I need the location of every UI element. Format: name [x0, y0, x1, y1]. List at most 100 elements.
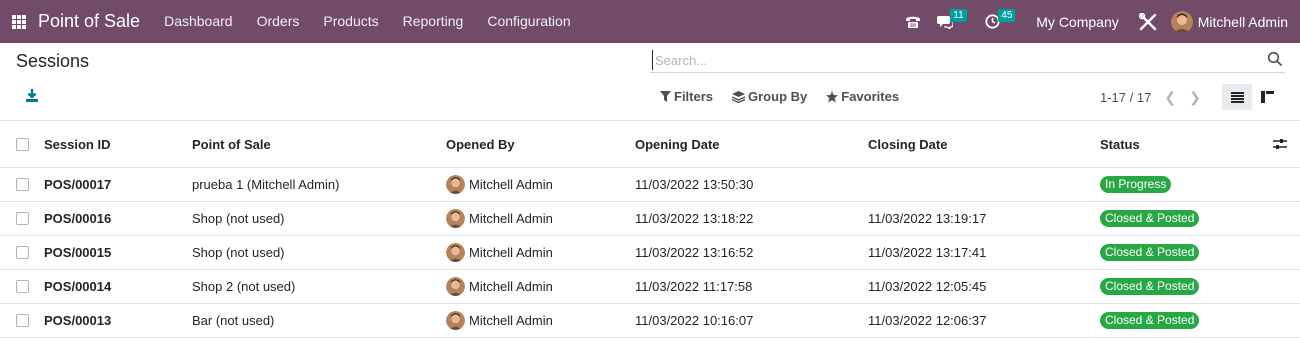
opening-date: 11/03/2022 11:17:58 [635, 279, 753, 294]
search-input[interactable] [652, 50, 1252, 70]
column-header-opened-by[interactable]: Opened By [446, 137, 515, 152]
column-header-status[interactable]: Status [1100, 137, 1140, 152]
download-icon[interactable] [24, 88, 40, 104]
favorites-label: Favorites [841, 89, 900, 104]
activities-clock-icon[interactable]: 45 [977, 0, 1024, 43]
optional-columns-icon[interactable] [1273, 137, 1287, 151]
pager-value[interactable]: 1-17 / 17 [1100, 90, 1151, 105]
select-all-checkbox[interactable] [16, 137, 29, 151]
opened-by-name: Mitchell Admin [469, 211, 553, 226]
closing-date: 11/03/2022 13:19:17 [868, 211, 987, 226]
activities-badge: 45 [998, 9, 1016, 22]
groupby-button[interactable]: Group By [732, 89, 807, 104]
status-cell: Closed & Posted [1100, 312, 1200, 329]
session-id: POS/00014 [44, 279, 112, 294]
session-id: POS/00015 [44, 245, 112, 260]
avatar [446, 243, 465, 262]
messages-icon[interactable]: 11 [929, 0, 977, 43]
user-avatar [1170, 10, 1193, 33]
opening-date: 11/03/2022 13:50:30 [635, 177, 754, 192]
opened-by: Mitchell Admin [446, 311, 553, 330]
chevron-left-icon[interactable]: ❮ [1164, 89, 1176, 106]
opened-by: Mitchell Admin [446, 243, 553, 262]
layers-icon [732, 90, 746, 103]
debug-tools-icon[interactable] [1131, 0, 1165, 43]
row-checkbox[interactable] [16, 178, 29, 191]
column-header-session-id[interactable]: Session ID [44, 137, 110, 152]
avatar [446, 311, 465, 330]
opened-by: Mitchell Admin [446, 209, 553, 228]
row-checkbox[interactable] [16, 212, 29, 225]
menu-configuration[interactable]: Configuration [475, 0, 582, 43]
user-menu[interactable]: Mitchell Admin [1165, 10, 1300, 33]
avatar [446, 175, 465, 194]
search-bar [650, 47, 1285, 73]
table-header: Session ID Point of Sale Opened By Openi… [0, 121, 1300, 168]
opened-by-name: Mitchell Admin [469, 177, 553, 192]
list-view-icon[interactable] [1222, 84, 1252, 110]
closing-date: 11/03/2022 12:05:45 [868, 279, 987, 294]
sessions-table: Session ID Point of Sale Opened By Openi… [0, 120, 1300, 338]
table-row[interactable]: POS/00016 Shop (not used) Mitchell Admin… [0, 202, 1300, 236]
search-options: Filters Group By Favorites [660, 89, 918, 104]
column-header-point-of-sale[interactable]: Point of Sale [192, 137, 271, 152]
point-of-sale: Shop (not used) [192, 211, 285, 226]
status-badge: Closed & Posted [1100, 278, 1200, 295]
column-header-opening-date[interactable]: Opening Date [635, 137, 720, 152]
point-of-sale: Shop 2 (not used) [192, 279, 296, 294]
menu-dashboard[interactable]: Dashboard [152, 0, 245, 43]
star-icon [826, 90, 839, 102]
chevron-right-icon[interactable]: ❯ [1189, 89, 1201, 106]
opened-by-name: Mitchell Admin [469, 313, 553, 328]
groupby-label: Group By [748, 89, 808, 104]
favorites-button[interactable]: Favorites [826, 89, 899, 104]
table-row[interactable]: POS/00015 Shop (not used) Mitchell Admin… [0, 236, 1300, 270]
user-name: Mitchell Admin [1197, 13, 1288, 30]
opening-date: 11/03/2022 13:18:22 [635, 211, 754, 226]
status-cell: Closed & Posted [1100, 244, 1200, 261]
opening-date: 11/03/2022 13:16:52 [635, 245, 754, 260]
filter-icon [660, 91, 671, 102]
status-badge: Closed & Posted [1100, 312, 1200, 329]
closing-date: 11/03/2022 13:17:41 [868, 245, 987, 260]
point-of-sale: prueba 1 (Mitchell Admin) [192, 177, 340, 192]
point-of-sale: Bar (not used) [192, 313, 275, 328]
status-cell: Closed & Posted [1100, 210, 1200, 227]
apps-menu-icon[interactable] [0, 0, 38, 43]
menu-products[interactable]: Products [311, 0, 390, 43]
search-icon[interactable] [1267, 51, 1283, 67]
filters-label: Filters [674, 89, 714, 104]
opened-by-name: Mitchell Admin [469, 279, 553, 294]
messages-badge: 11 [950, 9, 967, 22]
row-checkbox[interactable] [16, 246, 29, 259]
pager: 1-17 / 17 ❮ ❯ [1100, 89, 1201, 106]
menu-orders[interactable]: Orders [245, 0, 312, 43]
status-badge: Closed & Posted [1100, 244, 1200, 261]
app-name[interactable]: Point of Sale [38, 11, 140, 32]
avatar [446, 277, 465, 296]
row-checkbox[interactable] [16, 280, 29, 293]
opened-by: Mitchell Admin [446, 175, 553, 194]
session-id: POS/00016 [44, 211, 112, 226]
closing-date: 11/03/2022 12:06:37 [868, 313, 987, 328]
company-switcher[interactable]: My Company [1024, 14, 1130, 30]
view-switcher [1222, 84, 1282, 110]
menu-reporting[interactable]: Reporting [391, 0, 476, 43]
table-row[interactable]: POS/00013 Bar (not used) Mitchell Admin … [0, 304, 1300, 338]
status-cell: In Progress [1100, 176, 1172, 193]
table-row[interactable]: POS/00017 prueba 1 (Mitchell Admin) Mitc… [0, 168, 1300, 202]
point-of-sale: Shop (not used) [192, 245, 285, 260]
voip-phone-icon[interactable] [897, 0, 929, 43]
status-badge: In Progress [1100, 176, 1172, 193]
filters-button[interactable]: Filters [660, 89, 713, 104]
top-navbar: Point of Sale Dashboard Orders Products … [0, 0, 1300, 43]
table-row[interactable]: POS/00014 Shop 2 (not used) Mitchell Adm… [0, 270, 1300, 304]
kanban-view-icon[interactable] [1252, 84, 1282, 110]
column-header-closing-date[interactable]: Closing Date [868, 137, 947, 152]
page-title: Sessions [16, 51, 90, 71]
row-checkbox[interactable] [16, 314, 29, 327]
status-badge: Closed & Posted [1100, 210, 1200, 227]
opened-by-name: Mitchell Admin [469, 245, 553, 260]
status-cell: Closed & Posted [1100, 278, 1200, 295]
session-id: POS/00017 [44, 177, 112, 192]
